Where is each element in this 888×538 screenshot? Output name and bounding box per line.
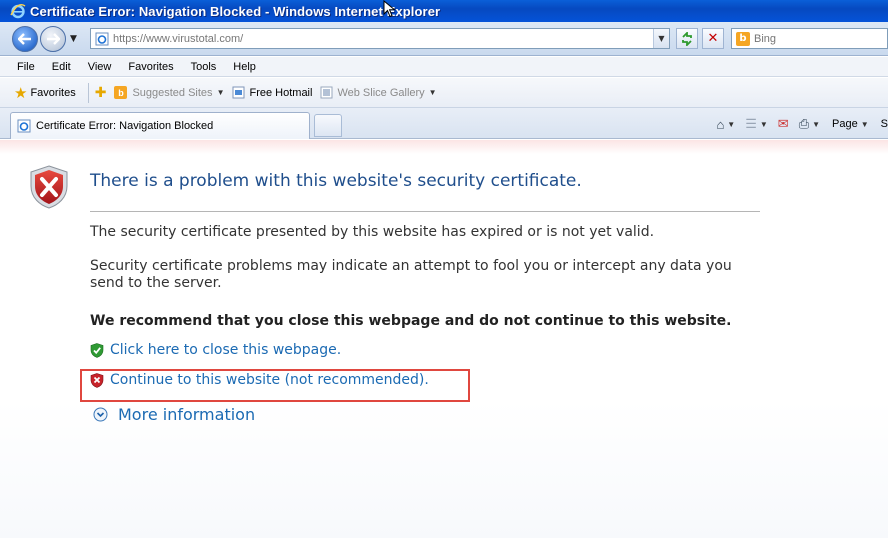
address-bar[interactable]: https://www.virustotal.com/ ▼ [90,28,670,49]
menu-edit[interactable]: Edit [52,61,71,73]
menu-file[interactable]: File [17,61,35,73]
suggested-sites-link[interactable]: Suggested Sites [132,87,212,99]
safety-menu-button[interactable]: S [881,118,888,130]
warning-message: Security certificate problems may indica… [90,258,732,291]
favorites-button[interactable]: Favorites [30,87,75,99]
forward-button[interactable] [40,26,66,52]
menu-help[interactable]: Help [233,61,256,73]
green-shield-icon [90,342,104,358]
page-dropdown-icon[interactable]: ▼ [861,120,869,129]
search-input[interactable] [754,32,874,45]
add-to-favorites-icon[interactable]: ✚ [95,84,107,101]
feeds-dropdown-icon[interactable]: ▼ [760,120,768,129]
new-tab-button[interactable] [314,114,342,137]
tab-certificate-error[interactable]: Certificate Error: Navigation Blocked [10,112,310,139]
refresh-icon [682,31,692,46]
ie-page-icon [17,119,31,133]
bing-icon: b [114,86,128,99]
title-bar: Certificate Error: Navigation Blocked - … [0,0,888,22]
home-dropdown-icon[interactable]: ▼ [727,120,735,129]
feeds-icon[interactable]: ☰ [745,116,757,132]
close-webpage-option: Click here to close this webpage. [90,342,341,358]
address-row: ▼ https://www.virustotal.com/ ▼ ✕ b [0,22,888,56]
free-hotmail-link[interactable]: Free Hotmail [249,87,312,99]
more-information-label: More information [118,405,256,424]
error-title: There is a problem with this website's s… [90,171,582,191]
back-arrow-icon [18,33,31,45]
ie-logo-icon [10,3,26,19]
web-slice-gallery-link[interactable]: Web Slice Gallery [337,87,424,99]
menu-favorites[interactable]: Favorites [128,61,173,73]
favorites-star-icon[interactable]: ★ [14,84,27,102]
search-box[interactable]: b [731,28,888,49]
bing-icon: b [736,31,750,46]
favorites-bar: ★ Favorites ✚ b Suggested Sites ▼ Free H… [0,78,888,108]
more-information-toggle[interactable]: More information [93,405,255,424]
tab-row: Certificate Error: Navigation Blocked ⌂ … [0,108,888,139]
stop-icon: ✕ [707,31,719,46]
web-slice-icon [320,86,333,99]
highlight-box [80,369,470,402]
refresh-button[interactable] [676,28,698,49]
address-dropdown-icon[interactable]: ▼ [653,29,669,48]
recent-pages-dropdown-icon[interactable]: ▼ [70,34,77,44]
forward-arrow-icon [47,33,60,45]
read-mail-icon[interactable]: ✉ [778,116,789,132]
suggested-sites-dropdown-icon[interactable]: ▼ [217,88,225,97]
menu-tools[interactable]: Tools [191,61,217,73]
print-dropdown-icon[interactable]: ▼ [812,120,820,129]
ie-window: Certificate Error: Navigation Blocked - … [0,0,888,538]
print-icon[interactable]: ⎙ [799,116,809,132]
ie-page-icon [95,32,109,45]
tab-label: Certificate Error: Navigation Blocked [36,120,214,132]
expand-chevron-icon [93,407,108,422]
command-bar: ⌂ ▼ ☰ ▼ ✉ ⎙ ▼ Page ▼ S [706,113,888,135]
menu-bar: File Edit View Favorites Tools Help [0,57,888,77]
home-icon[interactable]: ⌂ [716,117,724,132]
web-slice-dropdown-icon[interactable]: ▼ [429,88,437,97]
divider [90,211,760,212]
recommendation-text: We recommend that you close this webpage… [90,313,732,329]
hotmail-page-icon [232,86,245,99]
expired-message: The security certificate presented by th… [90,224,655,240]
separator [87,82,89,103]
address-url: https://www.virustotal.com/ [113,32,244,45]
error-page: There is a problem with this website's s… [0,140,888,538]
mouse-cursor-icon [383,0,396,18]
close-webpage-link[interactable]: Click here to close this webpage. [110,342,341,358]
menu-view[interactable]: View [88,61,112,73]
back-button[interactable] [12,26,38,52]
page-menu-button[interactable]: Page [832,118,858,130]
stop-button[interactable]: ✕ [702,28,724,49]
window-title: Certificate Error: Navigation Blocked - … [30,3,441,19]
shield-error-icon [30,165,68,209]
